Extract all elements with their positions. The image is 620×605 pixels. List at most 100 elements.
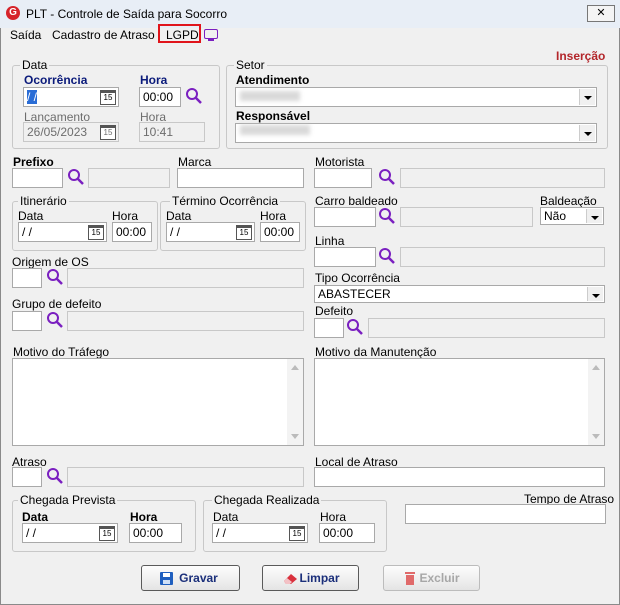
origem-os-label: Origem de OS	[12, 255, 89, 269]
chegada-realizada-data-label: Data	[213, 510, 239, 524]
scroll-down-icon[interactable]	[291, 434, 299, 439]
chegada-realizada-hora-label: Hora	[320, 510, 347, 524]
search-icon[interactable]	[46, 268, 64, 286]
menu-saida[interactable]: Saída	[10, 28, 41, 42]
hora2-field: 10:41	[139, 122, 205, 142]
search-icon[interactable]	[346, 318, 364, 336]
search-icon[interactable]	[378, 247, 396, 265]
scroll-up-icon[interactable]	[592, 365, 600, 370]
prefixo-field[interactable]	[12, 168, 63, 188]
local-atraso-field[interactable]	[314, 467, 605, 487]
chegada-prevista-date-field[interactable]: / /15	[22, 523, 118, 543]
gravar-button[interactable]: Gravar	[141, 565, 240, 591]
search-icon[interactable]	[46, 467, 64, 485]
data-legend: Data	[20, 58, 50, 72]
calendar-icon[interactable]: 15	[100, 90, 116, 105]
title-bar: G PLT - Controle de Saída para Socorro ✕	[0, 0, 620, 28]
excluir-button[interactable]: Excluir	[383, 565, 480, 591]
scroll-down-icon[interactable]	[592, 434, 600, 439]
chegada-realizada-date-field[interactable]: / /15	[212, 523, 308, 543]
chegada-prevista-hora-label: Hora	[130, 510, 158, 524]
origem-os-field[interactable]	[12, 268, 42, 288]
window-title: PLT - Controle de Saída para Socorro	[26, 7, 227, 21]
baldeacao-select[interactable]: Não	[540, 207, 604, 225]
chegada-prevista-legend: Chegada Prevista	[18, 493, 118, 507]
itinerario-hora-label: Hora	[112, 209, 139, 223]
app-logo-icon: G	[6, 6, 20, 20]
scrollbar[interactable]	[287, 359, 303, 445]
menu-cadastro-atraso[interactable]: Cadastro de Atraso	[52, 28, 155, 42]
motivo-trafego-textarea[interactable]	[12, 358, 304, 446]
itinerario-date-field[interactable]: / /15	[18, 222, 107, 242]
search-icon[interactable]	[378, 207, 396, 225]
tipo-ocorrencia-select[interactable]: ABASTECER	[314, 285, 605, 303]
linha-label: Linha	[315, 234, 345, 248]
mode-label: Inserção	[556, 49, 606, 63]
itinerario-data-label: Data	[18, 209, 44, 223]
calendar-icon[interactable]: 15	[236, 225, 252, 240]
scroll-up-icon[interactable]	[291, 365, 299, 370]
termino-hora-field[interactable]: 00:00	[260, 222, 300, 242]
motivo-manutencao-textarea[interactable]	[314, 358, 605, 446]
defeito-desc-field	[368, 318, 605, 338]
chegada-realizada-hora-field[interactable]: 00:00	[319, 523, 375, 543]
tempo-atraso-field[interactable]	[405, 504, 606, 524]
eraser-icon	[284, 574, 297, 584]
linha-field[interactable]	[314, 247, 376, 267]
termino-hora-label: Hora	[260, 209, 287, 223]
search-icon[interactable]	[378, 168, 396, 186]
hora-field[interactable]: 00:00	[139, 87, 181, 107]
calendar-icon[interactable]: 15	[289, 526, 305, 541]
save-icon	[160, 572, 173, 585]
setor-legend: Setor	[234, 58, 267, 72]
close-button[interactable]: ✕	[587, 5, 615, 22]
ocorrencia-label: Ocorrência	[24, 73, 88, 87]
atraso-desc-field	[67, 467, 304, 487]
chevron-down-icon	[579, 125, 595, 141]
prefixo-label: Prefixo	[13, 155, 54, 169]
grupo-defeito-label: Grupo de defeito	[12, 297, 102, 311]
carro-baldeado-desc-field	[400, 207, 533, 227]
chegada-realizada-legend: Chegada Realizada	[212, 493, 322, 507]
tipo-ocorrencia-label: Tipo Ocorrência	[315, 271, 400, 285]
itinerario-legend: Itinerário	[18, 194, 69, 208]
limpar-button[interactable]: Limpar	[262, 565, 359, 591]
search-icon[interactable]	[67, 168, 85, 186]
lgpd-highlight	[158, 24, 201, 43]
redacted-value	[240, 91, 300, 101]
grupo-defeito-field[interactable]	[12, 311, 42, 331]
defeito-field[interactable]	[314, 318, 344, 338]
carro-baldeado-label: Carro baldeado	[315, 194, 398, 208]
ocorrencia-date-field[interactable]: / /15	[23, 87, 119, 107]
marca-label: Marca	[178, 155, 212, 169]
chevron-down-icon	[579, 89, 595, 105]
marca-field[interactable]	[177, 168, 304, 188]
calendar-icon: 15	[100, 125, 116, 140]
hora-label: Hora	[140, 73, 168, 87]
motorista-label: Motorista	[315, 155, 365, 169]
defeito-label: Defeito	[315, 304, 354, 318]
prefixo-desc-field	[88, 168, 170, 188]
carro-baldeado-field[interactable]	[314, 207, 376, 227]
motorista-field[interactable]	[314, 168, 372, 188]
baldeacao-label: Baldeação	[540, 194, 597, 208]
calendar-icon[interactable]: 15	[99, 526, 115, 541]
motivo-trafego-label: Motivo do Tráfego	[13, 345, 110, 359]
linha-desc-field	[400, 247, 605, 267]
search-icon[interactable]	[46, 311, 64, 329]
lancamento-field: 26/05/2023 15	[23, 122, 119, 142]
monitor-icon[interactable]	[204, 29, 218, 41]
atraso-field[interactable]	[12, 467, 42, 487]
chevron-down-icon	[587, 287, 603, 301]
termino-data-label: Data	[166, 209, 192, 223]
calendar-icon[interactable]: 15	[88, 225, 104, 240]
origem-os-desc-field	[67, 268, 304, 288]
atendimento-label: Atendimento	[236, 73, 310, 87]
grupo-defeito-desc-field	[67, 311, 304, 331]
itinerario-hora-field[interactable]: 00:00	[112, 222, 152, 242]
termino-date-field[interactable]: / /15	[166, 222, 255, 242]
scrollbar[interactable]	[588, 359, 604, 445]
chegada-prevista-hora-field[interactable]: 00:00	[129, 523, 182, 543]
search-icon[interactable]	[185, 87, 203, 105]
chevron-down-icon	[586, 209, 602, 223]
